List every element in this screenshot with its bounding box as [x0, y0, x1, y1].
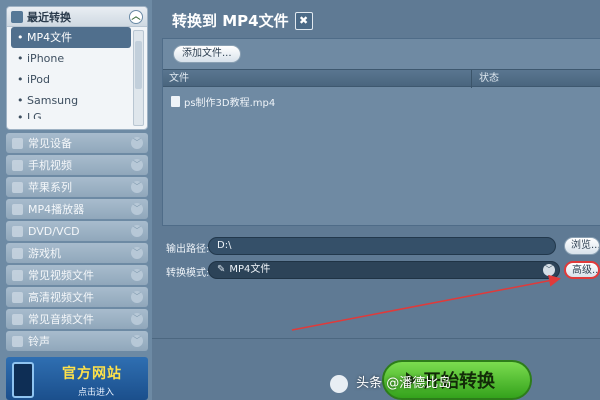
conversion-mode-select[interactable]: ✎ MP4文件 ﹀: [208, 261, 560, 279]
apple-icon: [12, 181, 23, 193]
add-file-button[interactable]: 添加文件...: [173, 45, 241, 63]
chevron-down-icon: ﹀: [131, 137, 143, 149]
category-hd-video[interactable]: 高清视频文件 ﹀: [6, 287, 148, 307]
pencil-icon: ✎: [217, 264, 226, 275]
device-icon: [12, 137, 23, 149]
category-common-devices[interactable]: 常见设备 ﹀: [6, 133, 148, 153]
bell-icon: [12, 335, 23, 347]
category-common-video[interactable]: 常见视频文件 ﹀: [6, 265, 148, 285]
gamepad-icon: [12, 247, 23, 259]
recent-list: • MP4文件 • iPhone • iPod • Samsung • LG: [7, 27, 147, 129]
banner-subtitle: 点击进入: [78, 388, 115, 398]
chevron-down-icon: ﹀: [131, 203, 143, 215]
watermark: 头条 @潘德比岛: [330, 372, 451, 393]
chevron-down-icon: ﹀: [131, 313, 143, 325]
category-ringtone[interactable]: 铃声 ﹀: [6, 331, 148, 351]
table-row[interactable]: ps制作3D教程.mp4: [171, 93, 275, 109]
conversion-mode-label: 转换模式:: [166, 268, 210, 279]
recent-item-lg[interactable]: • LG: [7, 111, 127, 119]
file-icon: [171, 95, 180, 107]
recent-scrollbar[interactable]: [133, 30, 144, 126]
scrollbar-thumb[interactable]: [135, 41, 142, 89]
phone-icon: [12, 159, 23, 171]
category-mp4-player[interactable]: MP4播放器 ﹀: [6, 199, 148, 219]
watermark-logo-icon: [330, 374, 348, 393]
output-path-input[interactable]: D:\: [208, 237, 556, 255]
advanced-button[interactable]: 高级...: [564, 261, 600, 279]
column-header-status[interactable]: 状态: [479, 70, 499, 88]
chevron-down-icon: ﹀: [131, 159, 143, 171]
category-apple[interactable]: 苹果系列 ﹀: [6, 177, 148, 197]
file-list-panel: 添加文件... 文件 状态 ps制作3D教程.mp4: [162, 38, 600, 226]
column-divider[interactable]: [471, 70, 472, 88]
conversion-mode-value: MP4文件: [229, 264, 271, 275]
tools-icon[interactable]: ✖: [294, 11, 313, 30]
browse-button[interactable]: 浏览...: [564, 237, 600, 255]
recent-conversions-header[interactable]: 最近转换 ︿: [7, 7, 147, 27]
banner-title: 官方网站: [62, 366, 122, 382]
category-game-console[interactable]: 游戏机 ﹀: [6, 243, 148, 263]
chevron-down-icon: ﹀: [131, 335, 143, 347]
category-common-audio[interactable]: 常见音频文件 ﹀: [6, 309, 148, 329]
sidebar: 最近转换 ︿ • MP4文件 • iPhone • iPod • Samsung…: [0, 0, 152, 400]
recent-header-label: 最近转换: [27, 10, 71, 24]
category-dvd-vcd[interactable]: DVD/VCD ﹀: [6, 221, 148, 241]
chevron-down-icon: ﹀: [131, 181, 143, 193]
divider: [152, 338, 600, 339]
video-file-icon: [12, 269, 23, 281]
chevron-down-icon: ﹀: [131, 225, 143, 237]
main-area: 转换到 MP4文件 ✖ 添加文件... 文件 状态 ps制作3D教程.mp4 输…: [152, 0, 600, 400]
hd-video-icon: [12, 291, 23, 303]
official-site-banner[interactable]: 官方网站 点击进入: [6, 357, 148, 400]
chevron-down-icon[interactable]: ﹀: [543, 264, 555, 276]
column-header-file[interactable]: 文件: [169, 70, 189, 88]
recent-conversions-panel: 最近转换 ︿ • MP4文件 • iPhone • iPod • Samsung…: [6, 6, 148, 130]
recent-icon: [11, 10, 23, 23]
phone-icon: [12, 362, 34, 398]
file-table-header: 文件 状态: [163, 69, 600, 88]
file-name: ps制作3D教程.mp4: [184, 97, 276, 109]
music-icon: [12, 313, 23, 325]
recent-item-iphone[interactable]: • iPhone: [7, 48, 127, 69]
recent-item-samsung[interactable]: • Samsung: [7, 90, 127, 111]
category-phone-video[interactable]: 手机视频 ﹀: [6, 155, 148, 175]
page-title: 转换到 MP4文件 ✖: [172, 10, 313, 31]
output-path-label: 输出路径:: [166, 244, 210, 255]
chevron-up-icon[interactable]: ︿: [129, 10, 143, 24]
recent-item-mp4[interactable]: • MP4文件: [11, 27, 131, 48]
chevron-down-icon: ﹀: [131, 247, 143, 259]
disc-icon: [12, 225, 23, 237]
recent-item-ipod[interactable]: • iPod: [7, 69, 127, 90]
chevron-down-icon: ﹀: [131, 291, 143, 303]
mp4-player-icon: [12, 203, 23, 215]
chevron-down-icon: ﹀: [131, 269, 143, 281]
